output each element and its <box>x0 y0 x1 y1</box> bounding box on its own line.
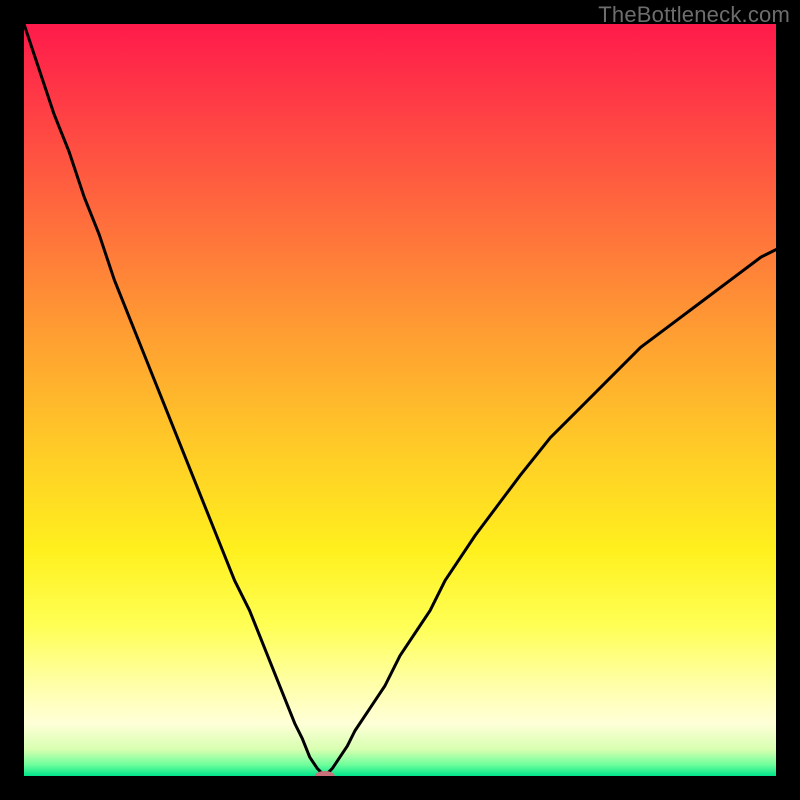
chart-area <box>24 24 776 776</box>
bottleneck-chart <box>24 24 776 776</box>
chart-background <box>24 24 776 776</box>
